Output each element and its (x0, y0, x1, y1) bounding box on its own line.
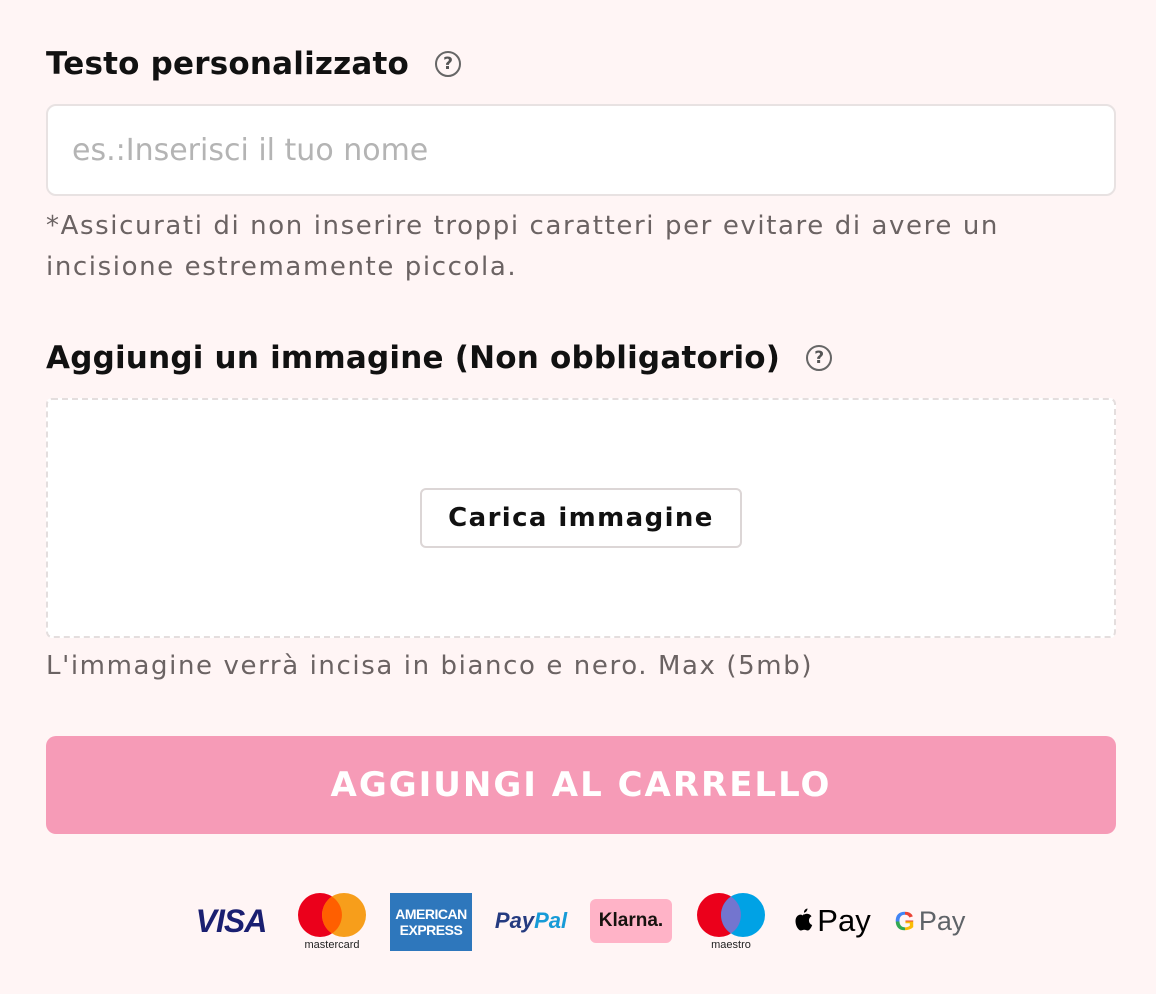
mastercard-icon: mastercard (296, 888, 368, 954)
amex-icon: AMERICAN EXPRESS (390, 893, 472, 951)
payment-methods: VISA mastercard AMERICAN EXPRESS PayPal … (0, 888, 1156, 958)
custom-text-input[interactable] (46, 104, 1116, 196)
paypal-wordmark: PayPal (495, 908, 567, 934)
upload-image-button[interactable]: Carica immagine (420, 488, 742, 548)
mastercard-wordmark: mastercard (304, 938, 360, 951)
google-pay-icon: G Pay (892, 888, 968, 954)
amex-wordmark-line1: AMERICAN (395, 906, 467, 922)
custom-text-note: *Assicurati di non inserire troppi carat… (46, 211, 999, 282)
custom-text-label: Testo personalizzato (46, 46, 410, 82)
add-to-cart-button[interactable]: AGGIUNGI AL CARRELLO (46, 736, 1116, 834)
image-upload-label-row: Aggiungi un immagine (Non obbligatorio) … (46, 338, 833, 378)
maestro-circles (697, 892, 765, 937)
help-icon[interactable]: ? (806, 345, 833, 371)
maestro-icon: maestro (694, 888, 768, 954)
custom-text-label-row: Testo personalizzato ? (46, 44, 462, 84)
image-upload-note: L'immagine verrà incisa in bianco e nero… (46, 651, 814, 681)
google-pay-wordmark: Pay (918, 905, 966, 936)
paypal-wordmark-pay: Pay (494, 908, 535, 933)
apple-pay-icon: Pay (788, 888, 874, 954)
visa-wordmark: VISA (195, 902, 268, 939)
image-upload-label: Aggiungi un immagine (Non obbligatorio) (46, 340, 781, 376)
image-dropzone[interactable]: Carica immagine (46, 398, 1116, 638)
apple-pay-wordmark: Pay (817, 903, 871, 938)
klarna-icon: Klarna. (590, 899, 672, 943)
paypal-icon: PayPal (490, 888, 572, 954)
help-icon[interactable]: ? (435, 51, 462, 77)
apple-logo-icon (795, 908, 813, 931)
mastercard-circles (298, 892, 366, 937)
maestro-wordmark: maestro (711, 938, 751, 951)
paypal-wordmark-pal: Pal (534, 908, 568, 933)
visa-icon: VISA (190, 888, 272, 954)
klarna-wordmark: Klarna. (598, 910, 664, 931)
google-g-icon: G (894, 905, 915, 936)
amex-wordmark-line2: EXPRESS (399, 922, 463, 938)
